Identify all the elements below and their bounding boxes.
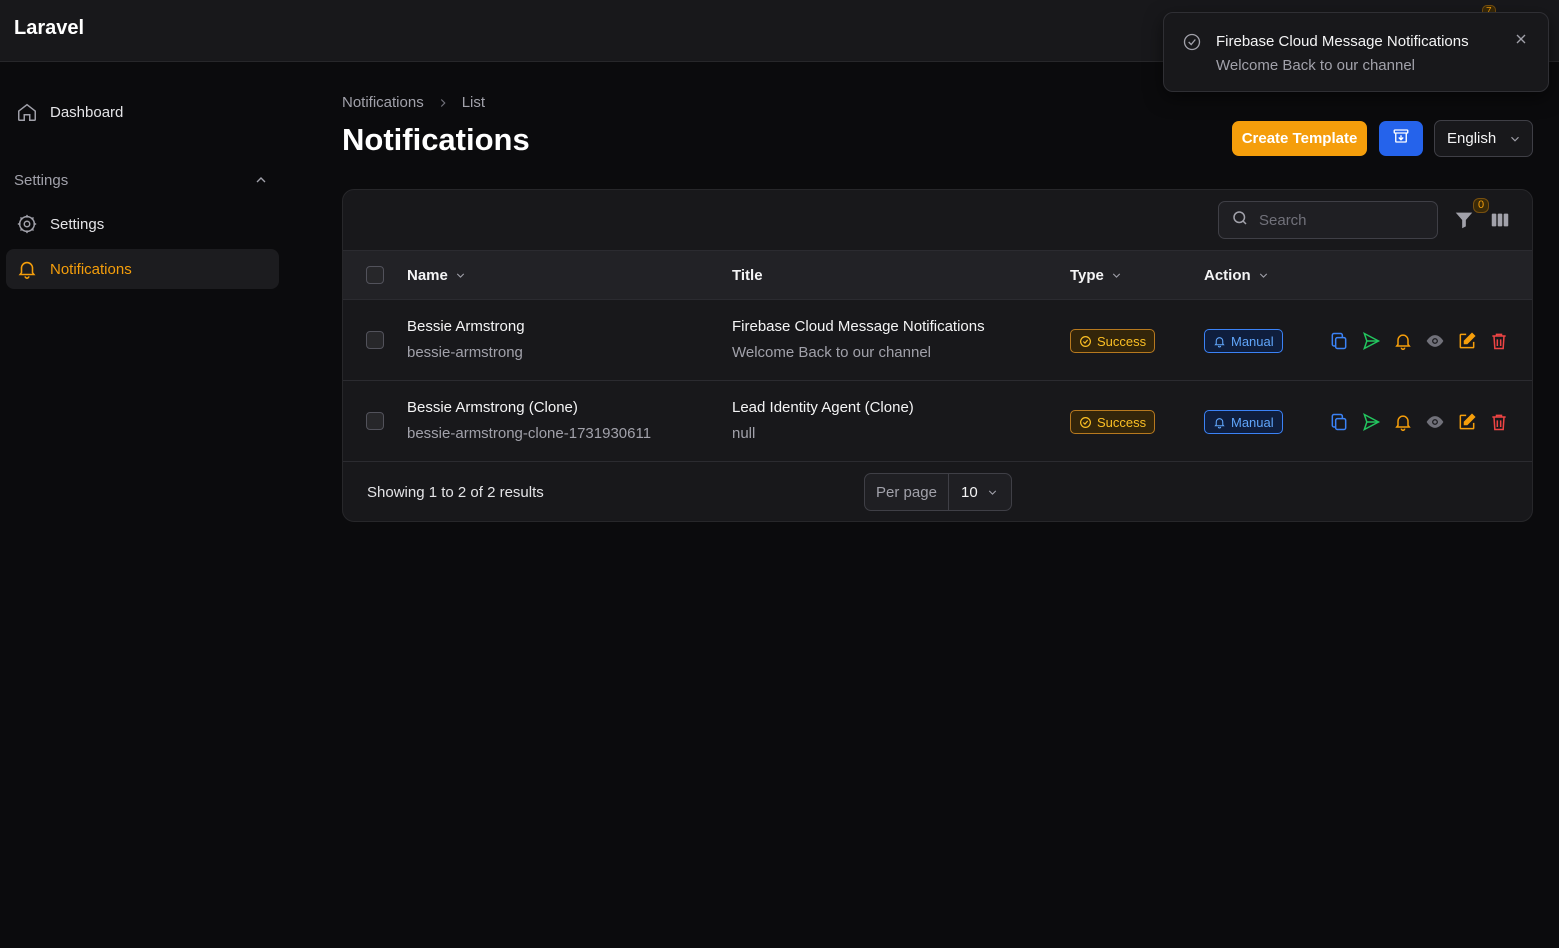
search-icon	[1231, 209, 1249, 232]
gear-icon	[16, 213, 38, 235]
row-body: Welcome Back to our channel	[732, 344, 931, 361]
row-name: Bessie Armstrong (Clone)	[407, 399, 578, 416]
trash-icon[interactable]	[1488, 330, 1510, 352]
bell-icon[interactable]	[1392, 330, 1414, 352]
chevron-down-icon	[1110, 269, 1123, 282]
sidebar-item-label: Notifications	[50, 260, 132, 278]
row-checkbox[interactable]	[366, 331, 384, 349]
trash-icon[interactable]	[1488, 411, 1510, 433]
per-page-select[interactable]: Per page 10	[864, 473, 1012, 511]
results-summary: Showing 1 to 2 of 2 results	[367, 484, 544, 501]
column-name-label: Name	[407, 267, 448, 284]
chevron-down-icon	[1257, 269, 1270, 282]
send-icon[interactable]	[1360, 330, 1382, 352]
toast-notification: Firebase Cloud Message Notifications Wel…	[1163, 12, 1549, 92]
filter-count-badge: 0	[1473, 198, 1490, 213]
breadcrumb: Notifications List	[342, 94, 485, 111]
send-icon[interactable]	[1360, 411, 1382, 433]
column-name[interactable]: Name	[407, 267, 467, 284]
archive-button[interactable]	[1379, 121, 1423, 156]
row-actions	[1328, 330, 1510, 352]
action-badge: Manual	[1204, 410, 1283, 434]
column-type[interactable]: Type	[1070, 267, 1123, 284]
sidebar-item-settings[interactable]: Settings	[6, 204, 279, 244]
toast-body: Welcome Back to our channel	[1216, 57, 1415, 74]
bell-icon	[1214, 417, 1225, 428]
select-all-checkbox[interactable]	[366, 266, 384, 284]
edit-icon[interactable]	[1456, 411, 1478, 433]
bell-icon	[1214, 336, 1225, 347]
table-row: Bessie Armstrong (Clone) bessie-armstron…	[343, 381, 1532, 462]
check-circle-icon	[1182, 32, 1202, 57]
per-page-label: Per page	[865, 474, 949, 510]
sidebar-item-label: Dashboard	[50, 103, 124, 121]
row-checkbox[interactable]	[366, 412, 384, 430]
breadcrumb-list: List	[461, 94, 486, 111]
action-badge-label: Manual	[1231, 414, 1274, 430]
brand-logo[interactable]: Laravel	[14, 17, 84, 40]
per-page-value: 10	[961, 483, 978, 501]
column-title-label: Title	[732, 267, 763, 284]
column-title: Title	[732, 267, 763, 284]
action-badge: Manual	[1204, 329, 1283, 353]
copy-icon[interactable]	[1328, 411, 1350, 433]
bell-icon	[16, 258, 38, 280]
home-icon	[16, 101, 38, 123]
sidebar-item-label: Settings	[50, 215, 105, 233]
row-name: Bessie Armstrong	[407, 318, 525, 335]
filter-icon[interactable]	[1453, 209, 1475, 231]
type-badge-label: Success	[1097, 333, 1147, 349]
breadcrumb-notifications[interactable]: Notifications	[342, 94, 424, 111]
sidebar-group-settings[interactable]: Settings	[14, 172, 68, 189]
table-header: Name Title Type Action	[343, 250, 1532, 300]
toast-title: Firebase Cloud Message Notifications	[1216, 33, 1469, 50]
row-body: null	[732, 425, 756, 442]
page-title: Notifications	[342, 122, 530, 157]
chevron-down-icon	[986, 486, 999, 504]
language-value: English	[1447, 130, 1497, 147]
table-footer: Showing 1 to 2 of 2 results Per page 10	[343, 462, 1532, 521]
archive-download-icon	[1392, 127, 1410, 150]
row-slug: bessie-armstrong-clone-1731930611	[407, 425, 652, 442]
type-badge: Success	[1070, 329, 1156, 353]
notifications-table-panel: 0 Name Title Type Action Bessie Armstron…	[342, 189, 1533, 522]
create-template-button[interactable]: Create Template	[1232, 121, 1367, 156]
column-type-label: Type	[1070, 267, 1104, 284]
type-badge-label: Success	[1097, 414, 1147, 430]
row-slug: bessie-armstrong	[407, 344, 523, 361]
eye-icon[interactable]	[1424, 330, 1446, 352]
language-select[interactable]: English	[1434, 120, 1533, 157]
chevron-down-icon	[454, 269, 467, 282]
chevron-down-icon	[1508, 132, 1522, 150]
check-circle-icon	[1080, 416, 1091, 428]
sidebar: Dashboard Settings Settings Notification…	[0, 62, 292, 948]
bell-icon[interactable]	[1392, 411, 1414, 433]
row-title: Firebase Cloud Message Notifications	[732, 318, 985, 335]
type-badge: Success	[1070, 410, 1156, 434]
copy-icon[interactable]	[1328, 330, 1350, 352]
check-circle-icon	[1080, 335, 1091, 347]
eye-icon[interactable]	[1424, 411, 1446, 433]
search-input[interactable]	[1259, 211, 1429, 229]
columns-icon[interactable]	[1489, 209, 1511, 231]
close-icon[interactable]	[1513, 31, 1531, 49]
column-action[interactable]: Action	[1204, 267, 1270, 284]
table-row: Bessie Armstrong bessie-armstrong Fireba…	[343, 300, 1532, 381]
search-box[interactable]	[1218, 201, 1438, 239]
chevron-up-icon[interactable]	[253, 172, 269, 188]
sidebar-item-dashboard[interactable]: Dashboard	[6, 92, 279, 132]
row-actions	[1328, 411, 1510, 433]
row-title: Lead Identity Agent (Clone)	[732, 399, 914, 416]
action-badge-label: Manual	[1231, 333, 1274, 349]
sidebar-item-notifications[interactable]: Notifications	[6, 249, 279, 289]
column-action-label: Action	[1204, 267, 1251, 284]
chevron-right-icon	[436, 96, 450, 110]
edit-icon[interactable]	[1456, 330, 1478, 352]
